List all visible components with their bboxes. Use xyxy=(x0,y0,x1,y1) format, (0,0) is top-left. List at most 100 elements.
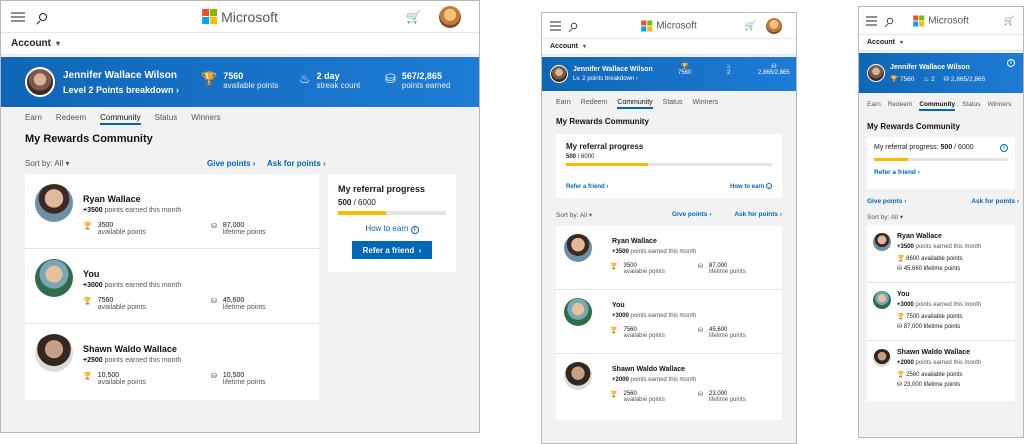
lifetime-points: ⛁ 45,600 lifetime points xyxy=(211,297,266,311)
available-value: 10,500 xyxy=(97,372,120,379)
ask-points-link[interactable]: Ask for points › xyxy=(971,198,1019,205)
tab-redeem[interactable]: Redeem xyxy=(56,113,86,122)
coins-icon: ⛁ xyxy=(385,71,396,86)
tab-status[interactable]: Status xyxy=(962,101,980,108)
profile-avatar[interactable] xyxy=(766,17,782,34)
trophy-icon: 🏆 xyxy=(680,64,689,70)
info-icon[interactable]: i xyxy=(1007,59,1015,67)
member-row[interactable]: Ryan Wallace +3500 points earned this mon… xyxy=(25,174,319,249)
member-avatar xyxy=(35,259,73,297)
member-row[interactable]: Ryan Wallace +3500 points earned this mon… xyxy=(556,226,782,290)
tab-redeem[interactable]: Redeem xyxy=(888,101,913,108)
earned-value: +2000 xyxy=(897,360,914,366)
page-title: My Rewards Community xyxy=(867,122,960,131)
referral-progress-fill xyxy=(566,163,649,166)
hamburger-icon[interactable] xyxy=(550,18,561,33)
available-points: 🏆 7560 available points xyxy=(610,327,665,339)
search-icon[interactable] xyxy=(39,12,47,21)
account-menu[interactable]: Account ▾ xyxy=(859,35,1023,51)
member-row[interactable]: Shawn Waldo Wallace +2500 points earned t… xyxy=(25,324,319,399)
member-row[interactable]: Ryan Wallace +3500 points earned this mon… xyxy=(867,225,1015,283)
give-points-link[interactable]: Give points › xyxy=(867,198,906,205)
lifetime-points: ⛁ 23,000 lifetime points xyxy=(897,381,960,388)
page-title: My Rewards Community xyxy=(25,133,153,145)
hamburger-icon[interactable] xyxy=(11,9,25,24)
referral-count: My referral progress: 500 / 6000 xyxy=(874,144,1008,151)
how-to-earn-link[interactable]: How to earn i xyxy=(338,224,446,234)
member-name: Ryan Wallace xyxy=(897,233,942,240)
account-label: Account xyxy=(550,43,578,50)
member-name: Ryan Wallace xyxy=(612,238,657,245)
lifetime-points: ⛁ 23,000 lifetime points xyxy=(698,391,746,403)
member-row[interactable]: You +3000 points earned this month 🏆 7500 … xyxy=(867,283,1015,341)
tab-earn[interactable]: Earn xyxy=(25,113,42,122)
give-points-label: Give points xyxy=(867,198,903,205)
member-row[interactable]: You +3000 points earned this month 🏆 7560 av… xyxy=(556,290,782,354)
earned-value: +2000 xyxy=(612,377,629,383)
chevron-down-icon: ▾ xyxy=(583,44,587,50)
tab-community[interactable]: Community xyxy=(919,101,955,111)
tab-redeem[interactable]: Redeem xyxy=(581,99,607,106)
sort-dropdown[interactable]: Sort by: All ▾ xyxy=(25,159,70,168)
referral-value: 500 xyxy=(566,154,577,160)
microsoft-logo[interactable]: Microsoft xyxy=(913,15,969,26)
available-value: 3500 xyxy=(97,222,114,229)
microsoft-logo[interactable]: Microsoft xyxy=(202,9,278,25)
search-icon[interactable] xyxy=(570,22,578,29)
tab-status[interactable]: Status xyxy=(663,99,683,106)
tab-winners[interactable]: Winners xyxy=(191,113,220,122)
member-earned: +2000 points earned this month xyxy=(897,360,981,366)
refer-friend-link[interactable]: Refer a friend › xyxy=(566,184,608,190)
stat-earned-value: 2,865/2,865 xyxy=(758,70,790,76)
give-points-link[interactable]: Give points › xyxy=(672,211,711,218)
ask-points-label: Ask for points xyxy=(267,159,321,168)
referral-progress-fill xyxy=(338,211,386,215)
level-breakdown-link[interactable]: Lv. 2 points breakdown › xyxy=(573,76,653,82)
account-menu[interactable]: Account ▾ xyxy=(1,33,479,55)
cart-icon[interactable]: 🛒 xyxy=(745,20,756,31)
hamburger-icon[interactable] xyxy=(866,13,877,28)
profile-avatar[interactable] xyxy=(439,5,461,28)
tab-winners[interactable]: Winners xyxy=(693,99,719,106)
member-row[interactable]: Shawn Waldo Wallace +2000 points earned t… xyxy=(867,341,1015,399)
trophy-icon: 🏆 xyxy=(610,264,618,270)
member-earned: +2000 points earned this month xyxy=(612,377,696,383)
cart-icon[interactable]: 🛒 xyxy=(1004,15,1015,26)
microsoft-logo[interactable]: Microsoft xyxy=(641,20,697,31)
available-label: available points xyxy=(919,314,963,320)
member-row[interactable]: Shawn Waldo Wallace +2000 points earned t… xyxy=(556,354,782,418)
trophy-icon: 🏆 xyxy=(897,314,905,320)
member-row[interactable]: You +3000 points earned this month 🏆 7560 av… xyxy=(25,249,319,324)
lifetime-value: 45,600 xyxy=(222,297,245,304)
available-value: 7560 xyxy=(97,297,114,304)
lifetime-value: 87,000 xyxy=(222,222,245,229)
user-block: Jennifer Wallace Wilson Level 2 Points b… xyxy=(63,70,179,95)
tab-status[interactable]: Status xyxy=(155,113,178,122)
account-menu[interactable]: Account ▾ xyxy=(542,39,796,55)
refer-friend-button[interactable]: Refer a friend › xyxy=(352,241,432,259)
tab-community[interactable]: Community xyxy=(617,99,654,109)
level-breakdown-link[interactable]: Level 2 Points breakdown › xyxy=(63,85,179,95)
user-name: Jennifer Wallace Wilson xyxy=(890,63,970,71)
member-name: Ryan Wallace xyxy=(83,194,141,204)
tab-earn[interactable]: Earn xyxy=(556,99,571,106)
sort-dropdown[interactable]: Sort by: All ▾ xyxy=(859,209,1023,221)
earned-suffix: points earned this month xyxy=(102,357,182,364)
ask-points-link[interactable]: Ask for points › xyxy=(267,159,326,168)
search-icon[interactable] xyxy=(886,17,894,24)
cart-icon[interactable]: 🛒 xyxy=(406,10,421,24)
tab-community[interactable]: Community xyxy=(100,113,142,125)
lifetime-label: lifetime points xyxy=(922,324,961,330)
how-to-earn-link[interactable]: How to earn i xyxy=(730,183,772,190)
available-points: 🏆 10,500 available points xyxy=(83,372,146,386)
referral-title: My referral progress xyxy=(338,184,426,194)
earned-value: +3500 xyxy=(612,249,629,255)
sort-dropdown[interactable]: Sort by: All ▾ xyxy=(556,211,592,219)
ask-points-link[interactable]: Ask for points › xyxy=(734,211,782,218)
tab-winners[interactable]: Winners xyxy=(988,101,1012,108)
stat-streak-value: 2 xyxy=(931,75,935,83)
tab-earn[interactable]: Earn xyxy=(867,101,881,108)
info-icon[interactable]: i xyxy=(1000,144,1008,152)
give-points-link[interactable]: Give points › xyxy=(207,159,255,168)
refer-friend-link[interactable]: Refer a friend › xyxy=(874,169,1008,176)
